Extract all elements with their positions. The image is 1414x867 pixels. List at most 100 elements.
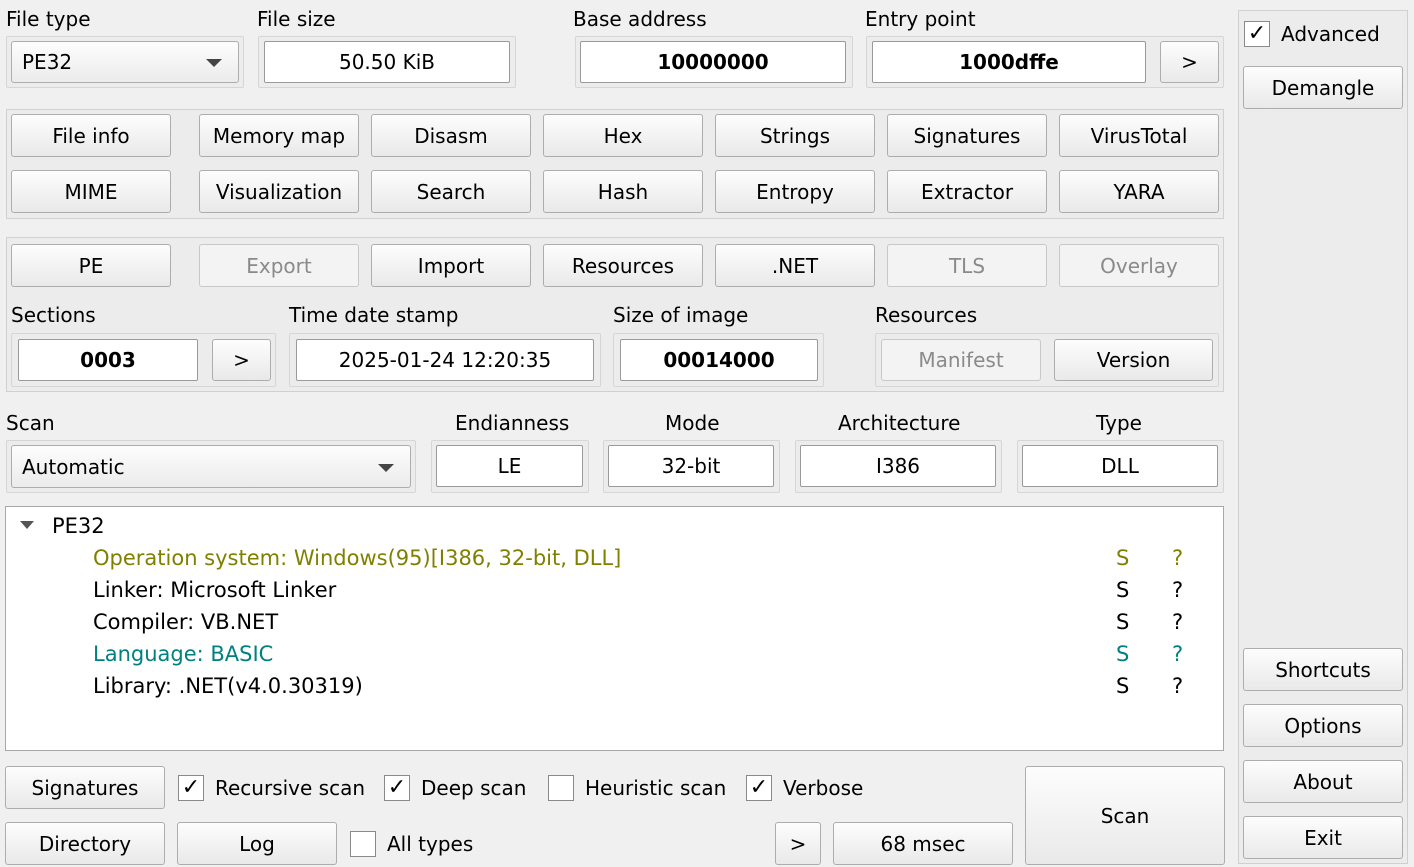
tool-button-row1-0[interactable]: File info <box>11 114 171 157</box>
scan-mode-select[interactable]: Automatic <box>11 445 411 488</box>
verbose-label[interactable]: Verbose <box>783 776 863 800</box>
info-link[interactable]: ? <box>1172 545 1183 571</box>
signature-link[interactable]: S <box>1116 577 1129 603</box>
info-link[interactable]: ? <box>1172 609 1183 635</box>
tree-item-text: Library: .NET(v4.0.30319) <box>93 674 363 698</box>
pe-tab-button-1[interactable]: Export <box>199 244 359 287</box>
chevron-down-icon <box>378 463 394 472</box>
timestamp-field[interactable]: 2025-01-24 12:20:35 <box>296 339 594 381</box>
recursive-scan-label[interactable]: Recursive scan <box>215 776 365 800</box>
tool-button-row2-6[interactable]: YARA <box>1059 170 1219 213</box>
check-icon: ✓ <box>387 775 407 800</box>
triangle-down-icon[interactable] <box>20 521 34 529</box>
tree-root-label: PE32 <box>52 514 105 538</box>
chevron-down-icon <box>206 59 222 67</box>
file-type-label: File type <box>6 7 91 31</box>
size-of-image-field[interactable]: 00014000 <box>620 339 818 381</box>
version-button[interactable]: Version <box>1054 339 1213 381</box>
resources-label: Resources <box>875 303 978 327</box>
tool-button-row2-3[interactable]: Hash <box>543 170 703 213</box>
mode-field[interactable]: 32-bit <box>608 445 774 487</box>
base-address-field[interactable]: 10000000 <box>580 41 846 83</box>
endianness-field[interactable]: LE <box>436 445 583 487</box>
entry-point-field[interactable]: 1000dffe <box>872 41 1146 83</box>
manifest-button[interactable]: Manifest <box>881 339 1041 381</box>
base-address-label: Base address <box>573 7 707 31</box>
architecture-label: Architecture <box>838 411 961 435</box>
entry-point-label: Entry point <box>865 7 976 31</box>
endianness-label: Endianness <box>455 411 570 435</box>
more-button[interactable]: > <box>775 822 821 865</box>
info-link[interactable]: ? <box>1172 577 1183 603</box>
advanced-checkbox[interactable]: ✓ <box>1244 21 1270 47</box>
pe-tab-button-3[interactable]: Resources <box>543 244 703 287</box>
info-link[interactable]: ? <box>1172 673 1183 699</box>
architecture-field[interactable]: I386 <box>800 445 996 487</box>
check-icon: ✓ <box>1247 21 1267 46</box>
verbose-checkbox[interactable]: ✓ <box>746 775 772 801</box>
file-size-label: File size <box>257 7 336 31</box>
tool-button-row2-5[interactable]: Extractor <box>887 170 1047 213</box>
deep-scan-checkbox[interactable]: ✓ <box>384 775 410 801</box>
pe-tab-button-0[interactable]: PE <box>11 244 171 287</box>
tool-button-row2-0[interactable]: MIME <box>11 170 171 213</box>
sections-label: Sections <box>11 303 96 327</box>
signature-link[interactable]: S <box>1116 673 1129 699</box>
sections-go-button[interactable]: > <box>212 339 271 381</box>
all-types-label[interactable]: All types <box>387 832 473 856</box>
file-size-field[interactable]: 50.50 KiB <box>264 41 510 83</box>
signature-link[interactable]: S <box>1116 641 1129 667</box>
tool-button-row1-3[interactable]: Hex <box>543 114 703 157</box>
tool-button-row1-4[interactable]: Strings <box>715 114 875 157</box>
scan-button[interactable]: Scan <box>1025 766 1225 865</box>
options-button[interactable]: Options <box>1243 704 1403 747</box>
results-tree[interactable]: PE32 Operation system: Windows(95)[I386,… <box>5 506 1224 751</box>
tree-item-text: Linker: Microsoft Linker <box>93 578 337 602</box>
check-icon: ✓ <box>181 775 201 800</box>
type-field[interactable]: DLL <box>1022 445 1218 487</box>
pe-tab-button-4[interactable]: .NET <box>715 244 875 287</box>
check-icon: ✓ <box>749 775 769 800</box>
tool-button-row1-6[interactable]: VirusTotal <box>1059 114 1219 157</box>
log-button[interactable]: Log <box>177 822 337 865</box>
file-type-select[interactable]: PE32 <box>11 41 239 83</box>
pe-tab-button-6[interactable]: Overlay <box>1059 244 1219 287</box>
tree-root-row[interactable]: PE32 <box>20 513 105 539</box>
pe-tab-button-5[interactable]: TLS <box>887 244 1047 287</box>
tool-button-row1-5[interactable]: Signatures <box>887 114 1047 157</box>
recursive-scan-checkbox[interactable]: ✓ <box>178 775 204 801</box>
tree-item-text: Operation system: Windows(95)[I386, 32-b… <box>93 546 622 570</box>
signature-link[interactable]: S <box>1116 609 1129 635</box>
exit-button[interactable]: Exit <box>1243 816 1403 859</box>
advanced-label[interactable]: Advanced <box>1281 22 1380 46</box>
scan-mode-value: Automatic <box>22 454 125 479</box>
pe-tab-button-2[interactable]: Import <box>371 244 531 287</box>
tool-button-row2-1[interactable]: Visualization <box>199 170 359 213</box>
tool-button-row2-2[interactable]: Search <box>371 170 531 213</box>
size-of-image-label: Size of image <box>613 303 749 327</box>
info-link[interactable]: ? <box>1172 641 1183 667</box>
scan-label: Scan <box>6 411 55 435</box>
mode-label: Mode <box>665 411 720 435</box>
file-type-value: PE32 <box>22 50 73 74</box>
signature-link[interactable]: S <box>1116 545 1129 571</box>
demangle-button[interactable]: Demangle <box>1243 66 1403 109</box>
elapsed-time-button[interactable]: 68 msec <box>833 822 1013 865</box>
tree-item-text: Language: BASIC <box>93 642 274 666</box>
heuristic-scan-label[interactable]: Heuristic scan <box>585 776 726 800</box>
tool-button-row1-2[interactable]: Disasm <box>371 114 531 157</box>
entry-point-go-button[interactable]: > <box>1160 41 1219 83</box>
all-types-checkbox[interactable] <box>350 831 376 857</box>
heuristic-scan-checkbox[interactable] <box>548 775 574 801</box>
type-label: Type <box>1096 411 1142 435</box>
sections-field[interactable]: 0003 <box>18 339 198 381</box>
about-button[interactable]: About <box>1243 760 1403 803</box>
timestamp-label: Time date stamp <box>289 303 459 327</box>
signatures-button[interactable]: Signatures <box>5 766 165 809</box>
shortcuts-button[interactable]: Shortcuts <box>1243 648 1403 691</box>
tool-button-row2-4[interactable]: Entropy <box>715 170 875 213</box>
tool-button-row1-1[interactable]: Memory map <box>199 114 359 157</box>
deep-scan-label[interactable]: Deep scan <box>421 776 526 800</box>
directory-button[interactable]: Directory <box>5 822 165 865</box>
tree-item-text: Compiler: VB.NET <box>93 610 279 634</box>
